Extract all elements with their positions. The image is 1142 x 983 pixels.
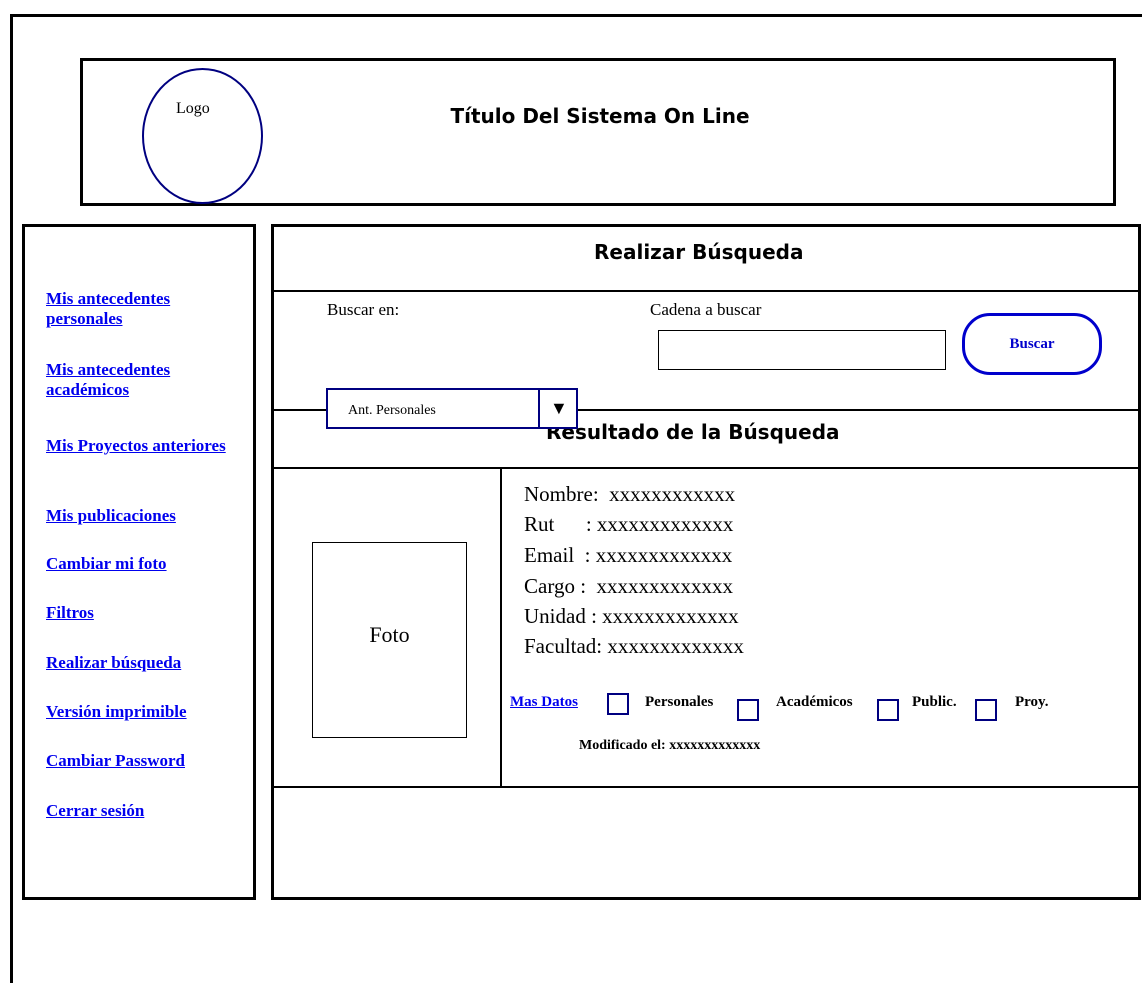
checkbox-personal[interactable] bbox=[607, 693, 629, 715]
more-data-link[interactable]: Mas Datos bbox=[510, 694, 578, 711]
result-field-faculty: Facultad: xxxxxxxxxxxxx bbox=[524, 634, 744, 658]
search-input[interactable] bbox=[658, 330, 946, 370]
logo-icon bbox=[142, 68, 263, 204]
sidebar-item-print-version[interactable]: Versión imprimible bbox=[46, 702, 236, 722]
divider bbox=[273, 290, 1139, 292]
search-button[interactable]: Buscar bbox=[962, 313, 1102, 375]
search-in-label: Buscar en: bbox=[327, 300, 400, 319]
sidebar-item-personal[interactable]: Mis antecedentes personales bbox=[46, 289, 236, 329]
sidebar-item-academic[interactable]: Mis antecedentes académicos bbox=[46, 360, 236, 400]
result-field-position: Cargo : xxxxxxxxxxxxx bbox=[524, 574, 734, 598]
divider bbox=[273, 786, 1139, 788]
sidebar-item-search[interactable]: Realizar búsqueda bbox=[46, 653, 236, 673]
result-field-name: Nombre: xxxxxxxxxxxx bbox=[524, 482, 736, 506]
checkbox-academic[interactable] bbox=[737, 699, 759, 721]
select-value: Ant. Personales bbox=[348, 403, 436, 418]
sidebar-item-publications[interactable]: Mis publicaciones bbox=[46, 506, 236, 526]
page-frame-top bbox=[10, 14, 1142, 17]
result-field-rut: Rut : xxxxxxxxxxxxx bbox=[524, 512, 734, 536]
divider bbox=[273, 467, 1139, 469]
results-section-title: Resultado de la Búsqueda bbox=[546, 420, 840, 444]
modified-date: Modificado el: xxxxxxxxxxxxx bbox=[579, 738, 761, 753]
checkbox-label-publications: Public. bbox=[912, 694, 957, 710]
page-frame-left bbox=[10, 14, 13, 983]
sidebar-item-change-photo[interactable]: Cambiar mi foto bbox=[46, 554, 236, 574]
photo-divider bbox=[500, 468, 502, 788]
sidebar-item-projects[interactable]: Mis Proyectos anteriores bbox=[46, 436, 236, 456]
result-field-email: Email : xxxxxxxxxxxxx bbox=[524, 543, 733, 567]
checkbox-label-projects: Proy. bbox=[1015, 694, 1049, 710]
sidebar-item-change-password[interactable]: Cambiar Password bbox=[46, 751, 236, 771]
sidebar-item-filters[interactable]: Filtros bbox=[46, 603, 236, 623]
page-title: Título Del Sistema On Line bbox=[450, 104, 750, 128]
checkbox-projects[interactable] bbox=[975, 699, 997, 721]
chevron-down-icon[interactable]: ▼ bbox=[550, 399, 568, 417]
search-section-title: Realizar Búsqueda bbox=[594, 240, 804, 264]
photo-label: Foto bbox=[369, 622, 410, 647]
checkbox-label-academic: Académicos bbox=[776, 694, 853, 710]
sidebar-item-logout[interactable]: Cerrar sesión bbox=[46, 801, 236, 821]
checkbox-label-personal: Personales bbox=[645, 694, 714, 710]
query-label: Cadena a buscar bbox=[650, 300, 762, 319]
select-divider bbox=[538, 388, 540, 429]
result-field-unit: Unidad : xxxxxxxxxxxxx bbox=[524, 604, 739, 628]
logo-label: Logo bbox=[176, 100, 210, 117]
checkbox-publications[interactable] bbox=[877, 699, 899, 721]
